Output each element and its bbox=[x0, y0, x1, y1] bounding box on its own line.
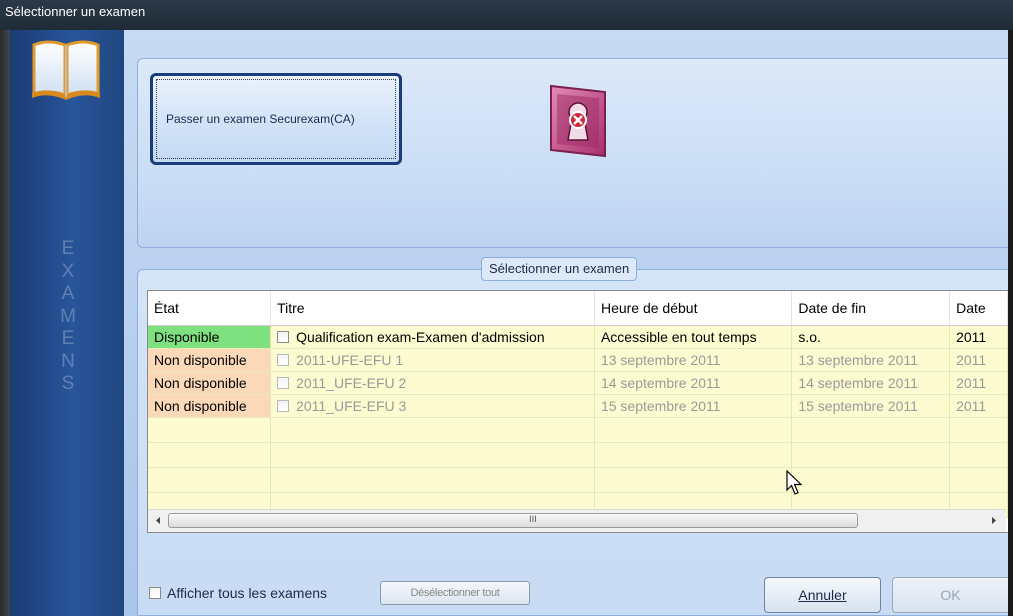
column-header-date[interactable]: Date bbox=[949, 291, 1008, 326]
exam-title: Qualification exam-Examen d'admission bbox=[296, 329, 545, 345]
show-all-exams-checkbox[interactable]: Afficher tous les examens bbox=[149, 585, 327, 601]
exam-checkbox[interactable] bbox=[277, 400, 290, 412]
date-cell: 2011 bbox=[949, 371, 1008, 395]
take-securexam-button[interactable]: Passer un examen Securexam(CA) bbox=[150, 73, 402, 165]
status-cell: Non disponible bbox=[148, 394, 272, 418]
scrollbar-thumb[interactable]: III bbox=[168, 513, 858, 528]
date-cell: 2011 bbox=[949, 348, 1008, 372]
take-securexam-label: Passer un examen Securexam(CA) bbox=[166, 112, 355, 126]
cancel-button[interactable]: Annuler bbox=[764, 577, 881, 613]
start-cell: 15 septembre 2011 bbox=[594, 394, 793, 418]
exam-grid: État Titre Heure de début Date de fin Da… bbox=[147, 290, 1008, 533]
show-all-label: Afficher tous les examens bbox=[167, 585, 328, 601]
header-row: État Titre Heure de début Date de fin Da… bbox=[148, 291, 1008, 326]
exam-checkbox[interactable] bbox=[277, 377, 290, 389]
window-frame-right bbox=[1008, 30, 1013, 616]
exam-table: État Titre Heure de début Date de fin Da… bbox=[148, 291, 1008, 518]
end-cell: s.o. bbox=[791, 325, 951, 349]
window-title: Sélectionner un examen bbox=[5, 4, 146, 19]
end-cell: 13 septembre 2011 bbox=[791, 348, 951, 372]
column-header-title[interactable]: Titre bbox=[270, 291, 595, 326]
status-cell: Non disponible bbox=[148, 348, 272, 372]
exam-title: 2011_UFE-EFU 2 bbox=[296, 375, 407, 391]
exam-checkbox[interactable] bbox=[277, 354, 290, 366]
column-header-end[interactable]: Date de fin bbox=[791, 291, 951, 326]
empty-row bbox=[148, 417, 1008, 443]
status-cell: Disponible bbox=[148, 325, 272, 349]
title-cell: 2011_UFE-EFU 2 bbox=[270, 371, 595, 395]
start-cell: Accessible en tout temps bbox=[594, 325, 793, 349]
group-legend: Sélectionner un examen bbox=[481, 257, 638, 281]
ok-button[interactable]: OK bbox=[892, 577, 1008, 613]
locked-keyhole-icon bbox=[550, 84, 606, 158]
column-header-start[interactable]: Heure de début bbox=[594, 291, 793, 326]
table-row[interactable]: Disponible Qualification exam-Examen d'a… bbox=[148, 325, 1008, 349]
status-cell: Non disponible bbox=[148, 371, 272, 395]
horizontal-scrollbar[interactable]: III bbox=[148, 509, 1006, 532]
scroll-right-icon[interactable] bbox=[984, 510, 1004, 531]
exam-title: 2011_UFE-EFU 3 bbox=[296, 398, 407, 414]
deselect-all-button[interactable]: Désélectionner tout bbox=[380, 581, 530, 605]
mouse-cursor-icon bbox=[786, 470, 803, 495]
sidebar-vertical-label: E X A M E N S bbox=[60, 238, 76, 394]
exam-checkbox[interactable] bbox=[277, 331, 290, 343]
start-cell: 14 septembre 2011 bbox=[594, 371, 793, 395]
date-cell: 2011 bbox=[949, 394, 1008, 418]
start-cell: 13 septembre 2011 bbox=[594, 348, 793, 372]
checkbox-box[interactable] bbox=[149, 587, 161, 599]
table-row[interactable]: Non disponible 2011_UFE-EFU 2 14 septemb… bbox=[148, 371, 1008, 395]
title-cell: Qualification exam-Examen d'admission bbox=[270, 325, 595, 349]
table-row[interactable]: Non disponible 2011_UFE-EFU 3 15 septemb… bbox=[148, 394, 1008, 418]
scroll-left-icon[interactable] bbox=[148, 510, 168, 531]
open-book-icon bbox=[32, 40, 100, 100]
scrollbar-grip: III bbox=[529, 515, 537, 525]
window-frame-left bbox=[0, 30, 10, 616]
exam-title: 2011-UFE-EFU 1 bbox=[296, 352, 404, 368]
title-bar: Sélectionner un examen bbox=[0, 0, 1013, 30]
title-cell: 2011-UFE-EFU 1 bbox=[270, 348, 595, 372]
empty-row bbox=[148, 442, 1008, 468]
column-header-status[interactable]: État bbox=[148, 291, 272, 326]
title-cell: 2011_UFE-EFU 3 bbox=[270, 394, 595, 418]
date-cell: 2011 bbox=[949, 325, 1008, 349]
table-row[interactable]: Non disponible 2011-UFE-EFU 1 13 septemb… bbox=[148, 348, 1008, 372]
empty-row bbox=[148, 467, 1008, 493]
end-cell: 15 septembre 2011 bbox=[791, 394, 951, 418]
end-cell: 14 septembre 2011 bbox=[791, 371, 951, 395]
